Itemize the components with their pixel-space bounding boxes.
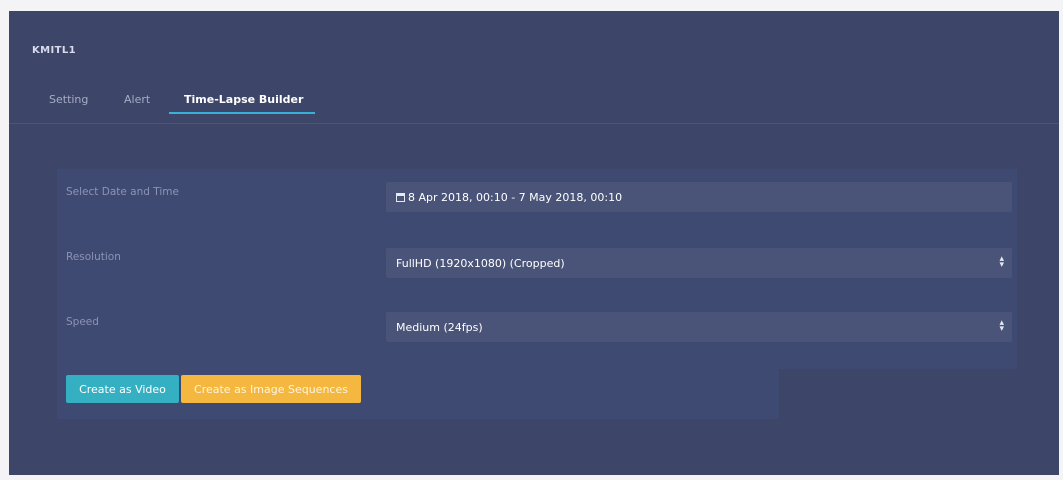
- tab-setting[interactable]: Setting: [49, 93, 88, 106]
- speed-label: Speed: [66, 316, 99, 328]
- select-arrows-icon: ▴ ▾: [999, 254, 1004, 270]
- resolution-select[interactable]: FullHD (1920x1080) (Cropped) ▴ ▾: [386, 248, 1012, 278]
- calendar-icon: [396, 192, 405, 202]
- date-range-picker[interactable]: 8 Apr 2018, 00:10 - 7 May 2018, 00:10: [386, 182, 1012, 212]
- tab-alert[interactable]: Alert: [124, 93, 150, 106]
- resolution-value: FullHD (1920x1080) (Cropped): [396, 256, 565, 270]
- timelapse-panel: KMITL1 Setting Alert Time-Lapse Builder …: [9, 11, 1059, 475]
- tab-time-lapse-builder[interactable]: Time-Lapse Builder: [184, 93, 303, 106]
- create-video-button[interactable]: Create as Video: [66, 375, 179, 403]
- date-time-label: Select Date and Time: [66, 186, 179, 198]
- speed-value: Medium (24fps): [396, 320, 483, 334]
- tabs-divider: [9, 123, 1059, 124]
- active-tab-indicator: [169, 112, 315, 114]
- date-range-value: 8 Apr 2018, 00:10 - 7 May 2018, 00:10: [408, 190, 623, 204]
- select-arrows-icon: ▴ ▾: [999, 318, 1004, 334]
- speed-select[interactable]: Medium (24fps) ▴ ▾: [386, 312, 1012, 342]
- create-image-sequences-button[interactable]: Create as Image Sequences: [181, 375, 361, 403]
- resolution-label: Resolution: [66, 251, 121, 263]
- camera-title: KMITL1: [32, 45, 76, 56]
